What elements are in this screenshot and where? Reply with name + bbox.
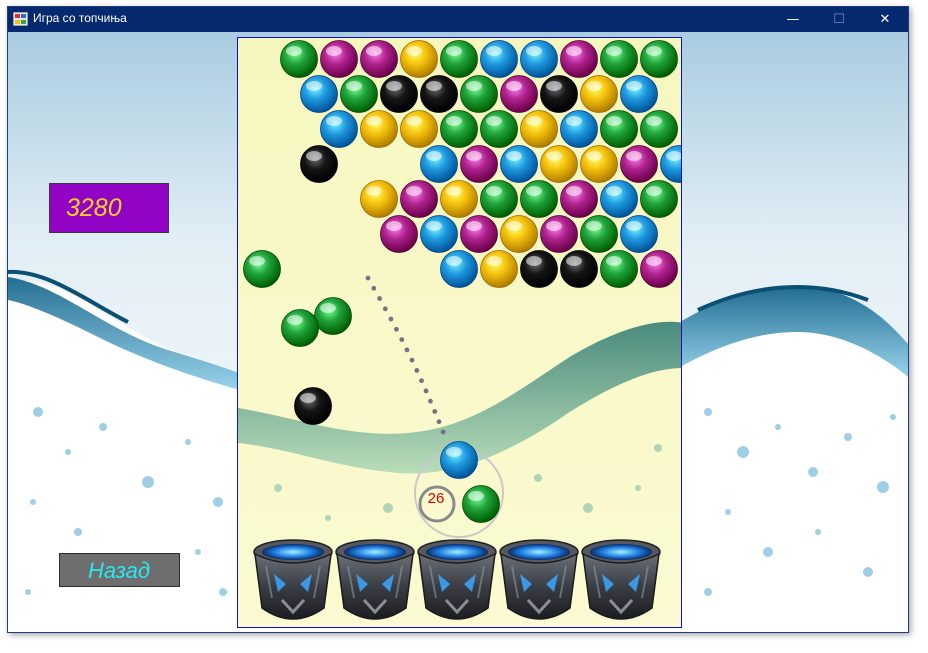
falling-bubble-green bbox=[314, 297, 352, 335]
app-icon bbox=[13, 12, 28, 26]
bubble-yellow bbox=[500, 215, 538, 253]
bubble-yellow bbox=[360, 110, 398, 148]
minimize-button[interactable]: — bbox=[770, 7, 816, 32]
next-shot-bubble bbox=[462, 485, 500, 523]
bubble-black bbox=[420, 75, 458, 113]
bubble-green bbox=[580, 215, 618, 253]
bubble-purple bbox=[560, 180, 598, 218]
bubble-blue bbox=[620, 75, 658, 113]
bubble-blue bbox=[500, 145, 538, 183]
shots-counter: 26 bbox=[427, 490, 445, 507]
bubble-green bbox=[600, 110, 638, 148]
bubble-purple bbox=[640, 250, 678, 288]
aim-dot bbox=[365, 275, 371, 281]
goal-pot-1 bbox=[253, 539, 333, 620]
bubble-green bbox=[460, 75, 498, 113]
bubble-purple bbox=[460, 215, 498, 253]
back-button-label: Назад bbox=[88, 558, 151, 583]
bubble-yellow bbox=[580, 75, 618, 113]
bubble-yellow bbox=[360, 180, 398, 218]
window-title: Игра со топчиња bbox=[33, 11, 127, 25]
aim-dot bbox=[388, 316, 394, 322]
score-box: 3280 bbox=[49, 183, 169, 233]
falling-bubble-black bbox=[294, 387, 332, 425]
bubble-green bbox=[640, 40, 678, 78]
bubble-purple bbox=[500, 75, 538, 113]
bubble-purple bbox=[320, 40, 358, 78]
bubble-green bbox=[480, 180, 518, 218]
falling-bubble-green bbox=[243, 250, 281, 288]
goal-pot-2 bbox=[335, 539, 415, 620]
bubble-purple bbox=[360, 40, 398, 78]
close-button[interactable]: ✕ bbox=[862, 7, 908, 32]
bubble-purple bbox=[400, 180, 438, 218]
bubble-green bbox=[600, 40, 638, 78]
bubble-blue bbox=[560, 110, 598, 148]
bubble-black bbox=[560, 250, 598, 288]
goal-pot-4 bbox=[499, 539, 579, 620]
bubble-yellow bbox=[440, 180, 478, 218]
bubble-yellow bbox=[580, 145, 618, 183]
bubble-blue bbox=[420, 145, 458, 183]
bubble-green bbox=[480, 110, 518, 148]
bubble-blue bbox=[600, 180, 638, 218]
bubble-blue bbox=[660, 145, 681, 183]
bubble-blue bbox=[320, 110, 358, 148]
aim-dot bbox=[428, 398, 433, 404]
aim-dot bbox=[432, 409, 438, 414]
bubble-purple bbox=[620, 145, 658, 183]
title-bar[interactable]: Игра со топчиња — ☐ ✕ bbox=[8, 7, 908, 32]
bubble-yellow bbox=[400, 40, 438, 78]
bubble-black bbox=[540, 75, 578, 113]
bubble-blue bbox=[480, 40, 518, 78]
bubble-green bbox=[640, 180, 678, 218]
score-value: 3280 bbox=[66, 194, 122, 222]
maximize-button[interactable]: ☐ bbox=[816, 7, 862, 32]
bubble-green bbox=[600, 250, 638, 288]
bubble-blue bbox=[300, 75, 338, 113]
bubble-green bbox=[340, 75, 378, 113]
game-board[interactable]: 26 bbox=[237, 37, 682, 628]
client-area: 3280 Назад 26 bbox=[8, 32, 908, 632]
aim-dot bbox=[419, 378, 424, 384]
bubble-blue bbox=[440, 250, 478, 288]
aim-dot bbox=[409, 357, 415, 363]
bubble-green bbox=[280, 40, 318, 78]
bubble-yellow bbox=[540, 145, 578, 183]
aim-dot bbox=[399, 337, 405, 342]
aim-dot bbox=[436, 419, 442, 425]
bubble-green bbox=[440, 40, 478, 78]
bubble-yellow bbox=[480, 250, 518, 288]
aim-dot bbox=[423, 388, 429, 394]
bubble-green bbox=[520, 180, 558, 218]
bubble-purple bbox=[460, 145, 498, 183]
goal-pot-5 bbox=[581, 539, 661, 620]
current-shot-bubble bbox=[440, 441, 478, 479]
aim-dot bbox=[404, 347, 410, 353]
aim-dot bbox=[371, 285, 377, 291]
bubble-purple bbox=[380, 215, 418, 253]
bubble-yellow bbox=[400, 110, 438, 148]
game-window: Игра со топчиња — ☐ ✕ 3280 Назад 26 bbox=[7, 6, 909, 633]
bubble-blue bbox=[620, 215, 658, 253]
bubble-green bbox=[640, 110, 678, 148]
bubble-black bbox=[520, 250, 558, 288]
bubble-blue bbox=[420, 215, 458, 253]
bubble-purple bbox=[560, 40, 598, 78]
bubble-black bbox=[380, 75, 418, 113]
bubble-black bbox=[300, 145, 338, 183]
bubble-blue bbox=[520, 40, 558, 78]
aim-dot bbox=[394, 326, 399, 332]
goal-pot-3 bbox=[417, 539, 497, 620]
back-button[interactable]: Назад bbox=[59, 553, 180, 587]
bubble-purple bbox=[540, 215, 578, 253]
bubble-yellow bbox=[520, 110, 558, 148]
bubble-green bbox=[440, 110, 478, 148]
aim-dot bbox=[382, 306, 388, 312]
aim-dot bbox=[377, 296, 383, 301]
falling-bubble-green bbox=[281, 309, 319, 347]
aim-dot bbox=[414, 368, 420, 373]
aim-dot bbox=[440, 429, 446, 435]
